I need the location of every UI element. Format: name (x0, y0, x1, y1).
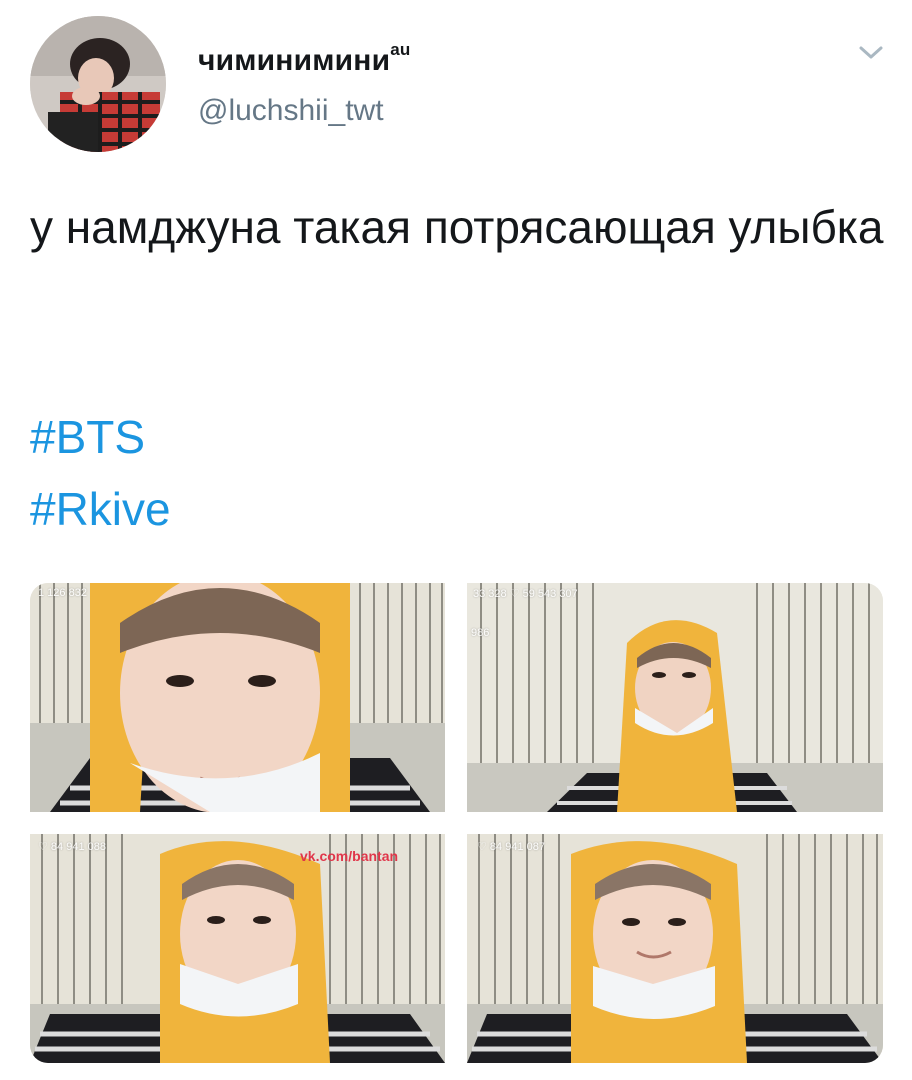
photo-overlay-counter: 33 328 ♡ 59 543 307 (473, 588, 578, 600)
media-photo-3[interactable]: ♡ 84 941 088 vk.com/bantan (30, 834, 445, 1063)
hashtag-link-bts[interactable]: #BTS (30, 406, 145, 468)
display-name-suffix: au (390, 40, 411, 59)
avatar-image (30, 16, 166, 152)
tweet-text: у намджуна такая потрясающая улыбка (30, 201, 884, 253)
hashtag-link-rkive[interactable]: #Rkive (30, 478, 171, 540)
media-photo-4[interactable]: ♡ 84 941 087 (467, 834, 883, 1063)
photo-overlay-counter: 1 126 832 (38, 587, 87, 599)
photo-overlay-counter-2: 986 (471, 627, 490, 639)
avatar[interactable] (30, 16, 166, 152)
photo-overlay-likes: ♡ 84 941 088 (38, 841, 106, 853)
display-name[interactable]: чиминиминиau (198, 40, 411, 78)
user-handle[interactable]: @luchshii_twt (198, 94, 384, 128)
media-grid: 1 126 832 33 328 ♡ 59 543 307 986 ♡ 84 9… (30, 583, 883, 1063)
media-photo-1[interactable]: 1 126 832 (30, 583, 445, 812)
photo-watermark: vk.com/bantan (300, 848, 399, 864)
media-photo-2[interactable]: 33 328 ♡ 59 543 307 986 (467, 583, 883, 812)
display-name-text: чиминимини (198, 44, 391, 77)
photo-image (30, 583, 445, 812)
photo-image (467, 834, 883, 1063)
chevron-down-icon[interactable] (856, 40, 886, 64)
photo-overlay-likes: ♡ 84 941 087 (477, 841, 545, 853)
photo-image (467, 583, 883, 812)
photo-image (30, 834, 445, 1063)
